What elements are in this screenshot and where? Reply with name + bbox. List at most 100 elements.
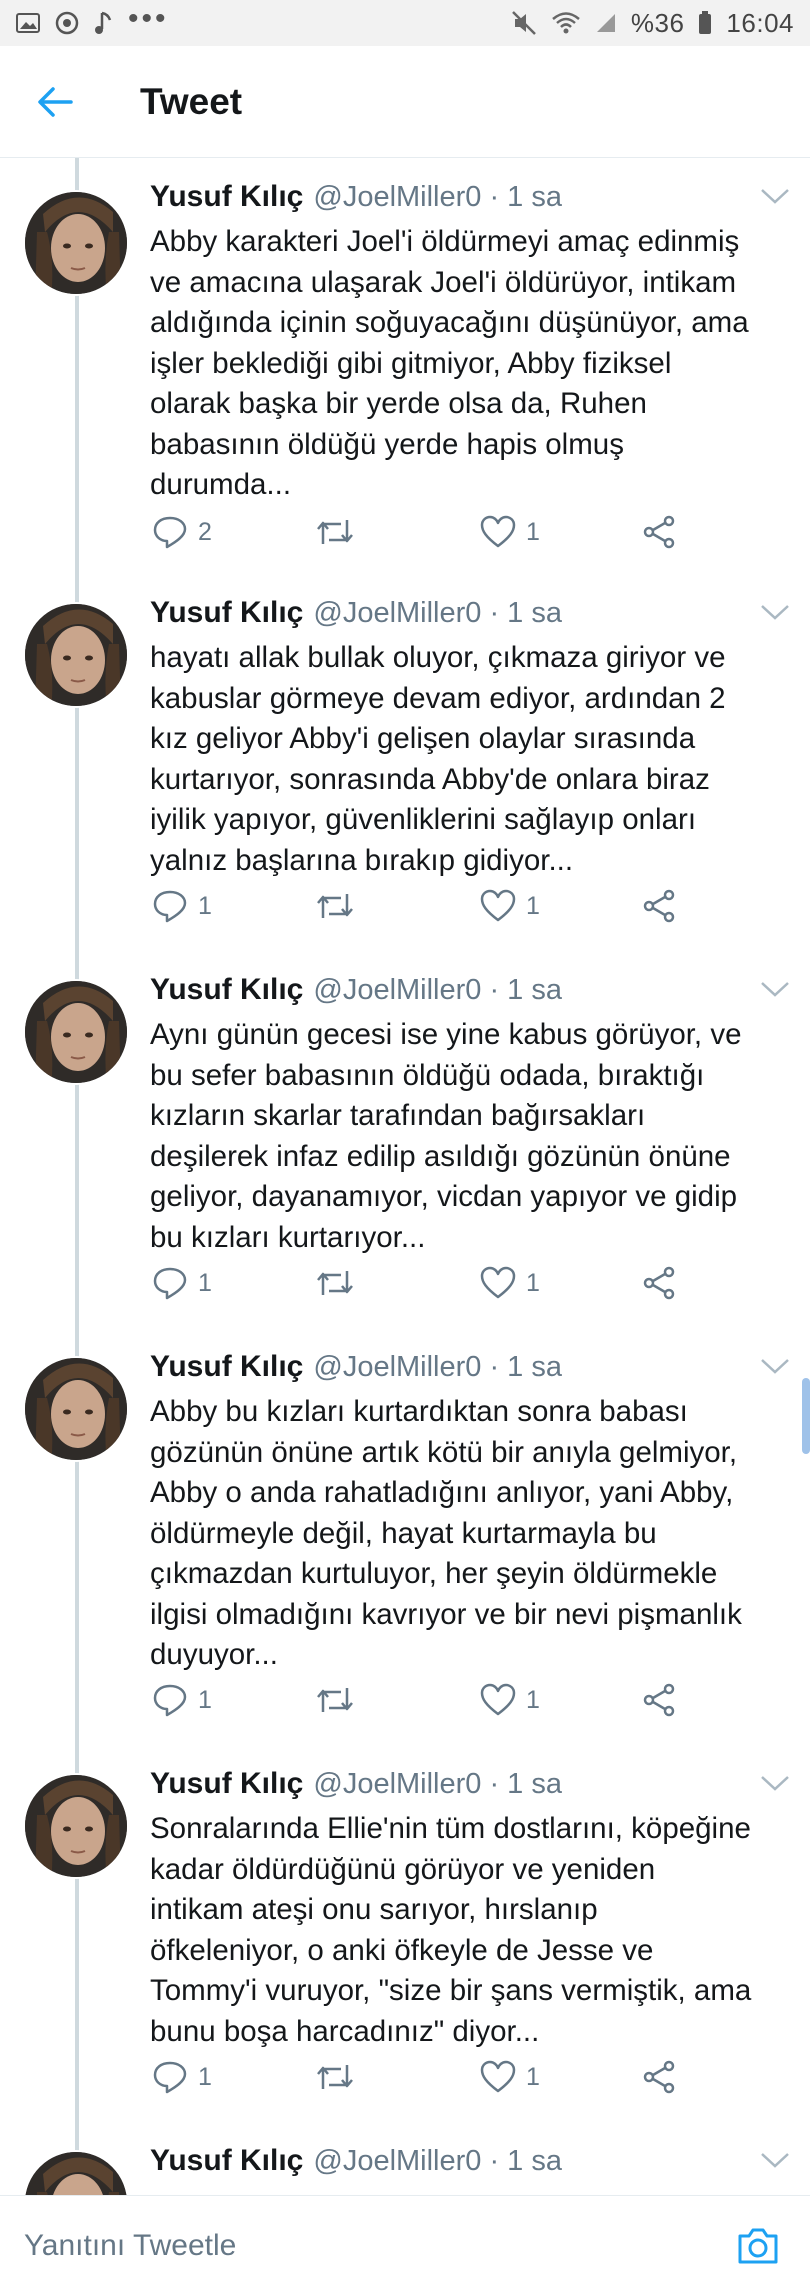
sync-icon	[54, 10, 80, 36]
chevron-down-icon[interactable]	[758, 600, 792, 624]
tweet-text-line: kadar öldürdüğünü görüyor ve yeniden	[150, 1852, 656, 1886]
display-name[interactable]: Yusuf Kılıç	[150, 596, 303, 630]
avatar[interactable]	[23, 2150, 129, 2195]
reply-input[interactable]: Yanıtını Tweetle	[24, 2229, 236, 2263]
avatar[interactable]	[23, 1773, 129, 1879]
tweet-text-line: olarak başka bir yerde olsa da, Ruhen	[150, 387, 647, 420]
tweet-text-line: ilgisi olmadığını kavrıyor ve bir nevi p…	[150, 1597, 742, 1631]
scroll-indicator[interactable]	[802, 1378, 810, 1454]
retweet-button[interactable]	[315, 1263, 355, 1303]
share-icon	[643, 889, 675, 923]
avatar[interactable]	[23, 979, 129, 1085]
retweet-button[interactable]	[315, 886, 355, 926]
tweet-text: Aynı günün gecesi ise yine kabus görüyor…	[150, 1015, 790, 1258]
tweet-text: Sonralarında Ellie'nin tüm dostlarını, k…	[150, 1809, 790, 2052]
tweet-actions: 2 1	[150, 512, 690, 552]
reply-icon	[153, 890, 187, 923]
retweet-button[interactable]	[315, 1680, 355, 1720]
display-name[interactable]: Yusuf Kılıç	[150, 1767, 303, 1801]
tweet-text-line: çıkmazdan kurtuluyor, her şeyin öldürmek…	[150, 1557, 718, 1590]
retweet-icon	[317, 894, 353, 918]
reply-button[interactable]: 1	[152, 1263, 212, 1303]
avatar[interactable]	[23, 190, 129, 296]
tweet-meta: @JoelMiller0 · 1 sa	[313, 2145, 562, 2177]
reply-icon	[153, 2061, 187, 2094]
share-icon	[643, 2060, 675, 2094]
avatar-portrait-icon	[25, 981, 127, 1083]
display-name[interactable]: Yusuf Kılıç	[150, 973, 303, 1007]
like-icon	[480, 1266, 516, 1299]
clock: 16:04	[726, 7, 794, 38]
like-button[interactable]: 1	[480, 2057, 540, 2097]
tweet-text-line: gözünün önüne artık kötü bir anıyla gelm…	[150, 1435, 738, 1469]
share-button[interactable]	[642, 1680, 676, 1720]
tweet-actions: 1 1	[150, 2057, 690, 2097]
tweet-text-line: aldığında içinin soğuyacağını düşünüyor,…	[150, 306, 749, 339]
tweet-actions: 1 1	[150, 886, 690, 926]
mute-icon	[511, 10, 537, 36]
tweet-text-line: bu sefer babasının öldüğü odada, bıraktı…	[150, 1058, 705, 1092]
camera-button[interactable]	[728, 2216, 788, 2276]
reply-count: 1	[198, 1268, 212, 1297]
chevron-down-icon[interactable]	[758, 977, 792, 1001]
tweet-meta: @JoelMiller0 · 1 sa	[313, 1768, 562, 1800]
like-count: 1	[526, 891, 540, 920]
share-button[interactable]	[642, 1263, 676, 1303]
tweet-text: hayatı allak bullak oluyor, çıkmaza giri…	[150, 638, 790, 881]
avatar-portrait-icon	[25, 604, 127, 706]
tweet-text-line: yalnız başlarına bırakıp gidiyor...	[150, 843, 574, 877]
thread-connector-line	[75, 158, 79, 2195]
chevron-down-icon[interactable]	[758, 1354, 792, 1378]
tweet-text-line: kız geliyor Abby'i gelişen olaylar sıras…	[150, 722, 696, 755]
retweet-icon	[317, 1688, 353, 1712]
retweet-button[interactable]	[315, 512, 355, 552]
avatar[interactable]	[23, 1356, 129, 1462]
display-name[interactable]: Yusuf Kılıç	[150, 2144, 303, 2178]
share-button[interactable]	[642, 512, 676, 552]
reply-composer-bar[interactable]: Yanıtını Tweetle	[0, 2195, 810, 2295]
like-button[interactable]: 1	[480, 1263, 540, 1303]
tweet-text-line: kabuslar görmeye devam ediyor, ardından …	[150, 681, 726, 715]
like-icon	[480, 2060, 516, 2093]
tweet-text: Abby bu kızları kurtardıktan sonra babas…	[150, 1392, 790, 1676]
display-name[interactable]: Yusuf Kılıç	[150, 1350, 303, 1384]
reply-count: 1	[198, 2062, 212, 2091]
reply-button[interactable]: 1	[152, 1680, 212, 1720]
like-button[interactable]: 1	[480, 512, 540, 552]
avatar-portrait-icon	[25, 192, 127, 294]
like-count: 1	[526, 517, 540, 546]
reply-button[interactable]: 1	[152, 886, 212, 926]
reply-count: 1	[198, 891, 212, 920]
reply-button[interactable]: 1	[152, 2057, 212, 2097]
tweet-text-line: hayatı allak bullak oluyor, çıkmaza giri…	[150, 641, 726, 674]
tweet-text-line: bunu boşa harcadınız" diyor...	[150, 2014, 540, 2048]
status-bar: ••• %36 16:04	[0, 0, 810, 46]
like-button[interactable]: 1	[480, 1680, 540, 1720]
chevron-down-icon[interactable]	[758, 1771, 792, 1795]
share-button[interactable]	[642, 886, 676, 926]
tweet-actions: 1 1	[150, 1680, 690, 1720]
reply-icon	[153, 516, 187, 549]
chevron-down-icon[interactable]	[758, 184, 792, 208]
tweet-text-line: Sonralarında Ellie'nin tüm dostlarını, k…	[150, 1812, 751, 1845]
chevron-down-icon[interactable]	[758, 2148, 792, 2172]
share-button[interactable]	[642, 2057, 676, 2097]
like-count: 1	[526, 2062, 540, 2091]
like-icon	[480, 1683, 516, 1716]
reply-button[interactable]: 2	[152, 512, 212, 552]
tweet-meta: @JoelMiller0 · 1 sa	[313, 181, 562, 213]
like-button[interactable]: 1	[480, 886, 540, 926]
back-button[interactable]	[0, 46, 110, 157]
tweet-thread[interactable]: Yusuf Kılıç @JoelMiller0 · 1 sa Abby kar…	[0, 158, 810, 2195]
like-count: 1	[526, 1268, 540, 1297]
tweet-text-line: deşilerek infaz edilip asıldığı gözünün …	[150, 1139, 731, 1173]
tweet-text-line: durumda...	[150, 468, 292, 501]
app-header: Tweet	[0, 46, 810, 158]
avatar[interactable]	[23, 602, 129, 708]
display-name[interactable]: Yusuf Kılıç	[150, 180, 303, 214]
retweet-button[interactable]	[315, 2057, 355, 2097]
tweet-text-line: kızların skarlar tarafından bağırsakları	[150, 1099, 646, 1132]
reply-icon	[153, 1267, 187, 1300]
camera-icon	[738, 2228, 778, 2263]
tweet-meta: @JoelMiller0 · 1 sa	[313, 597, 562, 629]
